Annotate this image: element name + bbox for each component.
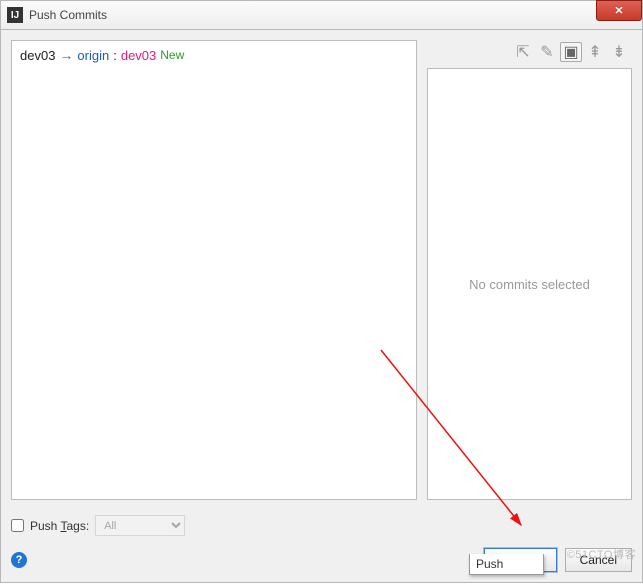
commits-tree-panel[interactable]: dev03 → origin : dev03 New [11,40,417,500]
close-icon: ✕ [614,4,623,17]
arrow-icon: → [59,47,73,63]
collapse-icon[interactable]: ⇟ [608,42,630,62]
bottom-area: Push Tags: All ? Push ▼ Cancel Push [11,515,632,572]
commit-details-panel: No commits selected [427,68,632,500]
push-tags-label: Push Tags: [30,519,89,533]
empty-state-text: No commits selected [469,277,590,292]
help-button[interactable]: ? [11,552,27,568]
dialog-content: dev03 → origin : dev03 New ⇱ ✎ ▣ ⇞ ⇟ No … [0,30,643,583]
details-toolbar: ⇱ ✎ ▣ ⇞ ⇟ [427,40,632,68]
pin-icon[interactable]: ⇱ [512,42,534,62]
target-branch[interactable]: dev03 [121,48,156,63]
remote-name[interactable]: origin [77,48,109,63]
panels: dev03 → origin : dev03 New ⇱ ✎ ▣ ⇞ ⇟ No … [11,40,632,500]
window-title: Push Commits [29,8,107,22]
push-tags-select[interactable]: All [95,515,185,536]
push-dropdown-menu[interactable]: Push [469,554,544,575]
app-icon: IJ [7,7,23,23]
group-icon[interactable]: ▣ [560,42,582,62]
new-badge: New [160,48,184,62]
local-branch: dev03 [20,48,55,63]
push-tags-checkbox[interactable] [11,519,24,532]
close-button[interactable]: ✕ [596,0,642,21]
branch-line: dev03 → origin : dev03 New [20,47,408,63]
right-column: ⇱ ✎ ▣ ⇞ ⇟ No commits selected [427,40,632,500]
push-tags-row: Push Tags: All [11,515,632,536]
dropdown-item-push[interactable]: Push [476,557,537,571]
edit-icon[interactable]: ✎ [536,42,558,62]
colon: : [113,48,117,63]
cancel-button[interactable]: Cancel [565,548,632,572]
expand-icon[interactable]: ⇞ [584,42,606,62]
titlebar: IJ Push Commits ✕ [0,0,643,30]
